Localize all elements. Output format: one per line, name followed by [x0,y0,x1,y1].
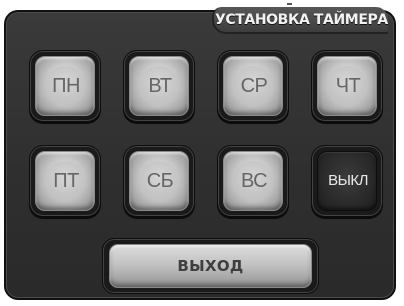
day-button-sat[interactable]: СБ [129,151,189,211]
day-button-tue[interactable]: ВТ [129,56,189,116]
day-button-label: СБ [146,170,174,192]
day-button-frame-fri: ПТ [29,145,101,217]
exit-button[interactable]: ВЫХОД [109,244,312,288]
day-button-fri[interactable]: ПТ [35,151,95,211]
exit-button-frame: ВЫХОД [102,238,319,294]
day-button-mon[interactable]: ПН [35,56,95,116]
day-button-label: ПТ [53,170,79,192]
day-button-frame-sun: ВС [217,145,289,217]
day-button-frame-thu: ЧТ [311,50,383,122]
day-button-sun[interactable]: ВС [223,151,283,211]
off-button-frame: ВЫКЛ [311,145,383,217]
day-button-label: ПН [52,75,80,97]
day-button-label: ВС [240,170,268,192]
day-button-frame-mon: ПН [29,50,101,122]
off-button-label: ВЫКЛ [328,172,368,189]
day-button-frame-tue: ВТ [123,50,195,122]
off-button[interactable]: ВЫКЛ [317,151,377,211]
day-button-label: ЧТ [335,75,361,97]
day-button-thu[interactable]: ЧТ [317,56,377,116]
page-title: УСТАНОВКА ТАЙМЕРА [215,12,388,28]
top-edge-mark [287,3,292,5]
day-button-label: СР [240,75,268,97]
day-button-label: ВТ [148,75,172,97]
day-button-frame-sat: СБ [123,145,195,217]
day-button-frame-wed: СР [217,50,289,122]
day-button-wed[interactable]: СР [223,56,283,116]
exit-button-label: ВЫХОД [177,257,244,275]
